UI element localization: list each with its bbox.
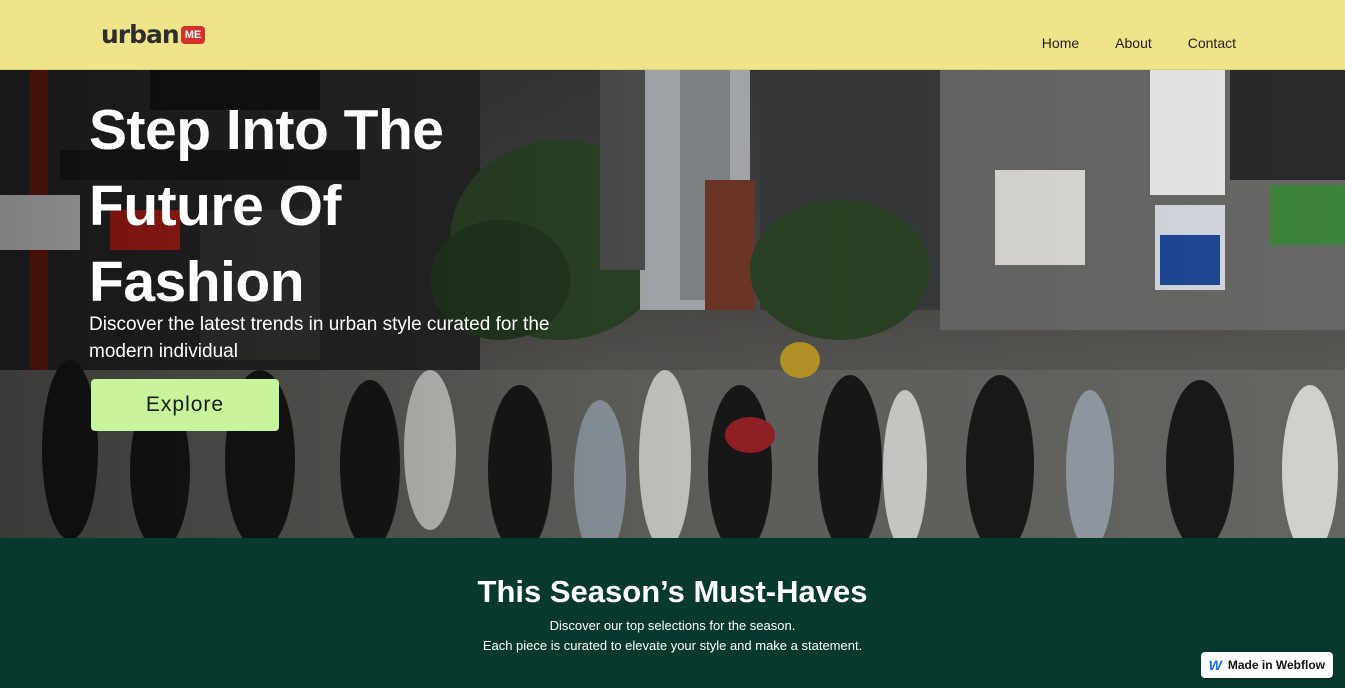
section-title: This Season’s Must-Haves xyxy=(477,574,868,609)
must-haves-section: This Season’s Must-Haves Discover our to… xyxy=(0,538,1345,688)
webflow-icon: W xyxy=(1208,657,1222,673)
hero-section: Step Into The Future Of Fashion Discover… xyxy=(0,70,1345,538)
nav-links: Home About Contact xyxy=(1042,35,1236,51)
hero-title: Step Into The Future Of Fashion xyxy=(89,98,444,314)
section-description-line-1: Discover our top selections for the seas… xyxy=(549,618,796,633)
navbar: urban ME Home About Contact xyxy=(0,0,1345,70)
logo-badge: ME xyxy=(180,26,206,44)
made-in-webflow-label: Made in Webflow xyxy=(1227,658,1325,672)
made-in-webflow-badge[interactable]: W Made in Webflow xyxy=(1200,652,1333,678)
hero-subtitle: Discover the latest trends in urban styl… xyxy=(89,314,550,362)
section-description-line-2: Each piece is curated to elevate your st… xyxy=(482,638,863,653)
nav-link-about[interactable]: About xyxy=(1115,35,1152,51)
logo[interactable]: urban ME xyxy=(101,19,206,49)
explore-button[interactable]: Explore xyxy=(91,379,279,431)
logo-text: urban xyxy=(101,19,180,49)
page: urban ME Home About Contact Step Into Th… xyxy=(0,0,1345,688)
nav-link-contact[interactable]: Contact xyxy=(1188,35,1236,51)
nav-link-home[interactable]: Home xyxy=(1042,35,1079,51)
